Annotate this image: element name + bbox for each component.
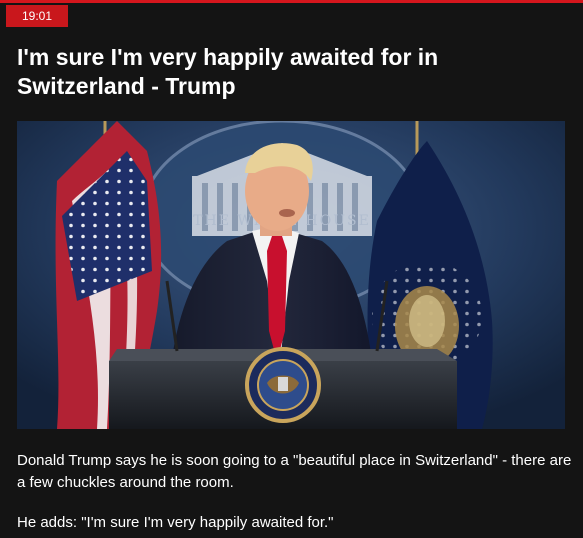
- live-entry-card: 19:01 I'm sure I'm very happily awaited …: [0, 0, 583, 538]
- entry-headline: I'm sure I'm very happily awaited for in…: [17, 44, 439, 99]
- timestamp-badge: 19:01: [6, 5, 68, 27]
- press-briefing-photo: THE WHITE HOUSE: [17, 121, 565, 429]
- presidential-seal-icon: [245, 347, 321, 423]
- entry-image: THE WHITE HOUSE: [17, 121, 565, 429]
- entry-paragraph: He adds: "I'm sure I'm very happily awai…: [17, 514, 334, 531]
- entry-paragraph: Donald Trump says he is soon going to a …: [17, 452, 572, 491]
